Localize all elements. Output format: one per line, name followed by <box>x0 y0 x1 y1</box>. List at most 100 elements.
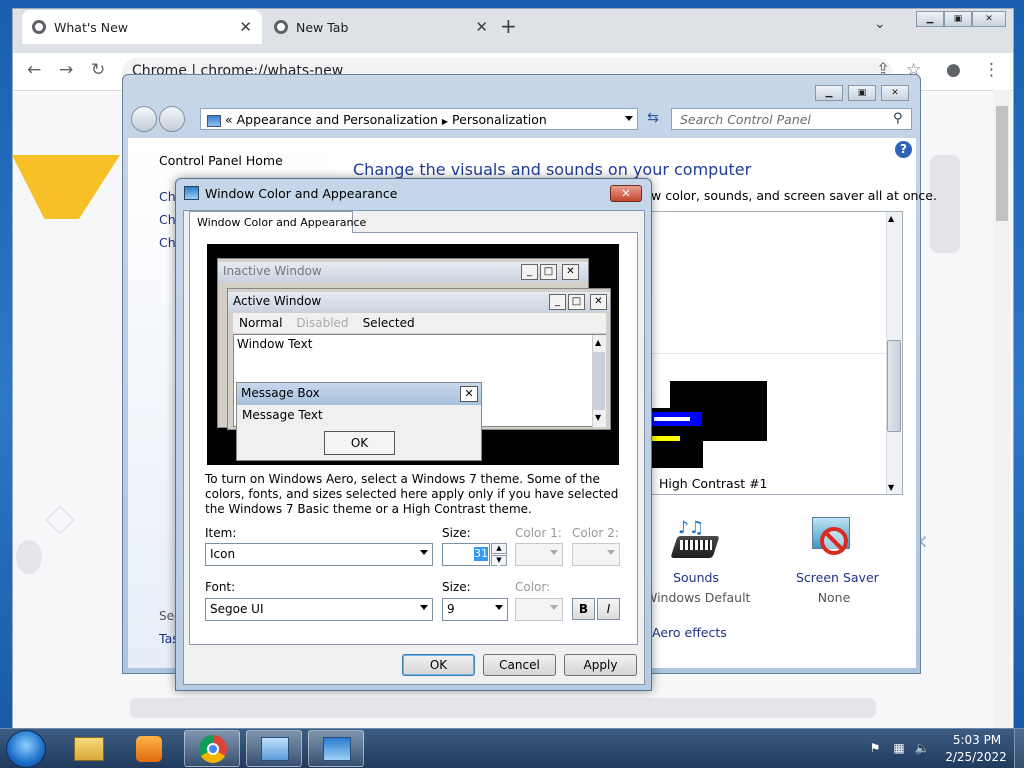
sounds-icon[interactable]: ♪♫ <box>670 518 720 562</box>
spin-up-button[interactable]: ▲ <box>491 543 507 554</box>
cp-maximize-button[interactable]: ▣ <box>848 85 876 101</box>
breadcrumb-item[interactable]: Personalization <box>452 112 547 127</box>
profile-icon[interactable]: ● <box>946 60 961 80</box>
chevron-down-icon <box>550 605 558 610</box>
italic-button[interactable]: I <box>597 598 620 620</box>
tab-window-color[interactable]: Window Color and Appearance <box>189 211 366 233</box>
taskbar-chrome[interactable] <box>184 730 240 767</box>
clock-date[interactable]: 2/25/2022 <box>941 750 1011 764</box>
message-ok-button[interactable]: OK <box>324 431 395 455</box>
network-icon[interactable]: ▦ <box>891 741 907 757</box>
control-panel-icon <box>207 114 221 127</box>
close-icon[interactable]: ✕ <box>475 18 488 36</box>
screen-saver-link[interactable]: Screen Saver <box>796 570 879 585</box>
sounds-link[interactable]: Sounds <box>666 570 726 585</box>
taskbar-control-panel[interactable] <box>246 730 302 767</box>
back-arrow-icon[interactable] <box>131 106 157 132</box>
color1-label: Color 1: <box>515 526 562 540</box>
close-icon[interactable]: ✕ <box>239 18 252 36</box>
reload-icon[interactable]: ↻ <box>91 60 105 80</box>
breadcrumb-separator[interactable]: ▶ <box>442 117 448 126</box>
taskbar-explorer[interactable] <box>62 730 118 767</box>
start-orb-icon[interactable] <box>6 730 46 768</box>
forward-arrow-icon[interactable] <box>159 106 185 132</box>
page-card <box>930 155 960 253</box>
close-icon: ✕ <box>562 264 579 280</box>
apply-button[interactable]: Apply <box>564 654 637 676</box>
back-arrow-icon[interactable]: ← <box>27 60 41 80</box>
tab-whats-new[interactable]: What's New ✕ <box>22 10 262 44</box>
color2-select[interactable] <box>572 543 620 566</box>
taskbar-display[interactable] <box>308 730 364 767</box>
cp-home-link[interactable]: Control Panel Home <box>159 153 283 168</box>
color2-label: Color 2: <box>572 526 619 540</box>
minimize-button[interactable]: ▁ <box>916 11 944 27</box>
search-icon[interactable]: ⚲ <box>893 111 903 126</box>
chrome-icon <box>274 20 288 34</box>
menu-selected[interactable]: Selected <box>363 316 415 330</box>
page-subtitle: w color, sounds, and screen saver all at… <box>651 188 937 203</box>
scroll-down-icon[interactable]: ▼ <box>595 413 601 422</box>
page-scrollbar-thumb[interactable] <box>996 106 1008 221</box>
maximize-button[interactable]: ▣ <box>944 11 972 27</box>
screen-saver-icon[interactable] <box>810 517 854 563</box>
forward-arrow-icon[interactable]: → <box>59 60 73 80</box>
theme-name[interactable]: High Contrast #1 <box>659 476 768 491</box>
font-size-label: Size: <box>442 580 471 594</box>
theme-scrollbar-thumb[interactable] <box>887 340 901 432</box>
chevron-down-icon[interactable]: ⌄ <box>874 16 886 32</box>
font-size-select[interactable]: 9 <box>442 598 508 621</box>
display-icon <box>323 737 351 761</box>
font-select[interactable]: Segoe UI <box>205 598 433 621</box>
cp-address-bar[interactable]: « Appearance and Personalization ▶ Perso… <box>200 108 638 130</box>
menu-disabled[interactable]: Disabled <box>296 316 348 330</box>
chevron-down-icon <box>607 550 615 555</box>
menu-normal[interactable]: Normal <box>239 316 282 330</box>
dialog-description: To turn on Windows Aero, select a Window… <box>205 472 619 516</box>
size-label: Size: <box>442 526 471 540</box>
refresh-icon[interactable]: ⇆ <box>642 110 664 130</box>
taskbar-media-player[interactable] <box>122 730 178 767</box>
scroll-down-icon[interactable]: ▼ <box>888 483 894 492</box>
font-color-select[interactable] <box>515 598 563 621</box>
cp-nav-buttons <box>131 104 191 134</box>
item-label: Item: <box>205 526 237 540</box>
close-icon[interactable]: ✕ <box>460 386 478 402</box>
plus-icon[interactable]: + <box>500 14 517 38</box>
clock-time[interactable]: 5:03 PM <box>947 733 1007 747</box>
tab-title: New Tab <box>296 19 349 35</box>
scroll-up-icon[interactable]: ▲ <box>595 338 601 347</box>
ok-button[interactable]: OK <box>402 654 475 676</box>
cancel-button[interactable]: Cancel <box>483 654 556 676</box>
chevron-down-icon <box>420 605 428 610</box>
chevron-down-icon[interactable] <box>625 116 633 121</box>
dialog-close-button[interactable]: ✕ <box>610 185 642 202</box>
close-button[interactable]: ✕ <box>972 11 1006 27</box>
cp-left-link[interactable]: Ch <box>159 212 176 227</box>
help-icon[interactable]: ? <box>895 141 912 158</box>
screen-saver-value: None <box>817 590 851 605</box>
color1-select[interactable] <box>515 543 563 566</box>
item-select[interactable]: Icon <box>205 543 433 566</box>
dialog-title: Window Color and Appearance <box>205 186 398 201</box>
cp-search-input[interactable]: Search Control Panel <box>671 108 912 130</box>
cp-left-link[interactable]: Ch <box>159 235 176 250</box>
message-text[interactable]: Message Text <box>242 408 323 422</box>
breadcrumb-prefix: « <box>224 112 233 127</box>
bold-button[interactable]: B <box>572 598 595 620</box>
theme-preview-line <box>652 436 680 441</box>
aero-effects-link[interactable]: Aero effects <box>652 625 727 640</box>
cp-close-button[interactable]: ✕ <box>881 85 909 101</box>
size-value[interactable]: 31 <box>474 547 488 561</box>
show-desktop-button[interactable] <box>1014 729 1024 768</box>
scroll-up-icon[interactable]: ▲ <box>888 214 894 223</box>
flag-icon[interactable]: ⚑ <box>867 741 883 757</box>
cp-minimize-button[interactable]: ▁ <box>815 85 843 101</box>
menu-dots-icon[interactable]: ⋮ <box>983 60 1000 80</box>
message-box-title[interactable]: Message Box <box>237 383 481 405</box>
tab-new-tab[interactable]: New Tab ✕ <box>264 10 498 44</box>
breadcrumb-item[interactable]: Appearance and Personalization <box>237 112 438 127</box>
speaker-icon[interactable]: 🔈 <box>914 741 930 757</box>
cp-left-link[interactable]: Ch <box>159 189 176 204</box>
preview-scrollbar-thumb[interactable] <box>593 352 605 410</box>
